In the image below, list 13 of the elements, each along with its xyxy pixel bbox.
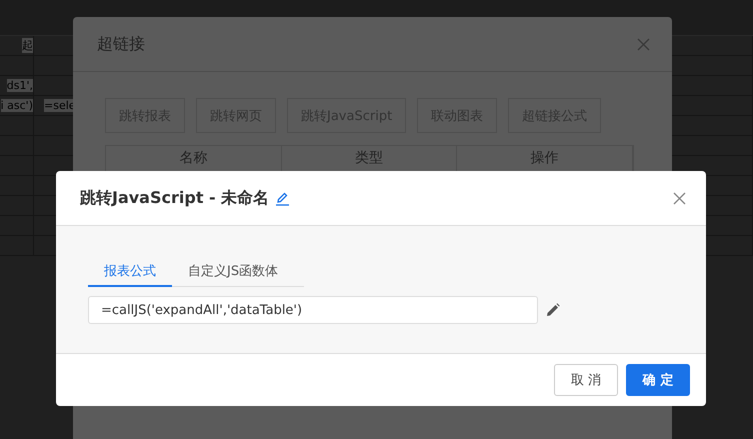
sheet-cell-text: ds1',: [6, 79, 33, 92]
tab[interactable]: 自定义JS函数体: [172, 256, 294, 287]
cancel-button[interactable]: 取 消: [554, 364, 618, 396]
tab[interactable]: 报表公式: [88, 256, 172, 287]
pencil-icon[interactable]: [546, 303, 560, 317]
sheet-cell-text: 起: [22, 38, 33, 53]
close-icon[interactable]: [673, 192, 686, 204]
formula-field[interactable]: =callJS('expandAll','dataTable'): [88, 296, 538, 324]
edit-icon[interactable]: [275, 190, 290, 206]
dialog-title: 跳转JavaScript - 未命名: [80, 188, 270, 208]
confirm-button[interactable]: 确 定: [626, 364, 690, 396]
sheet-cell-text: i asc'): [0, 99, 33, 112]
dialog-title: 超链接: [97, 34, 145, 54]
